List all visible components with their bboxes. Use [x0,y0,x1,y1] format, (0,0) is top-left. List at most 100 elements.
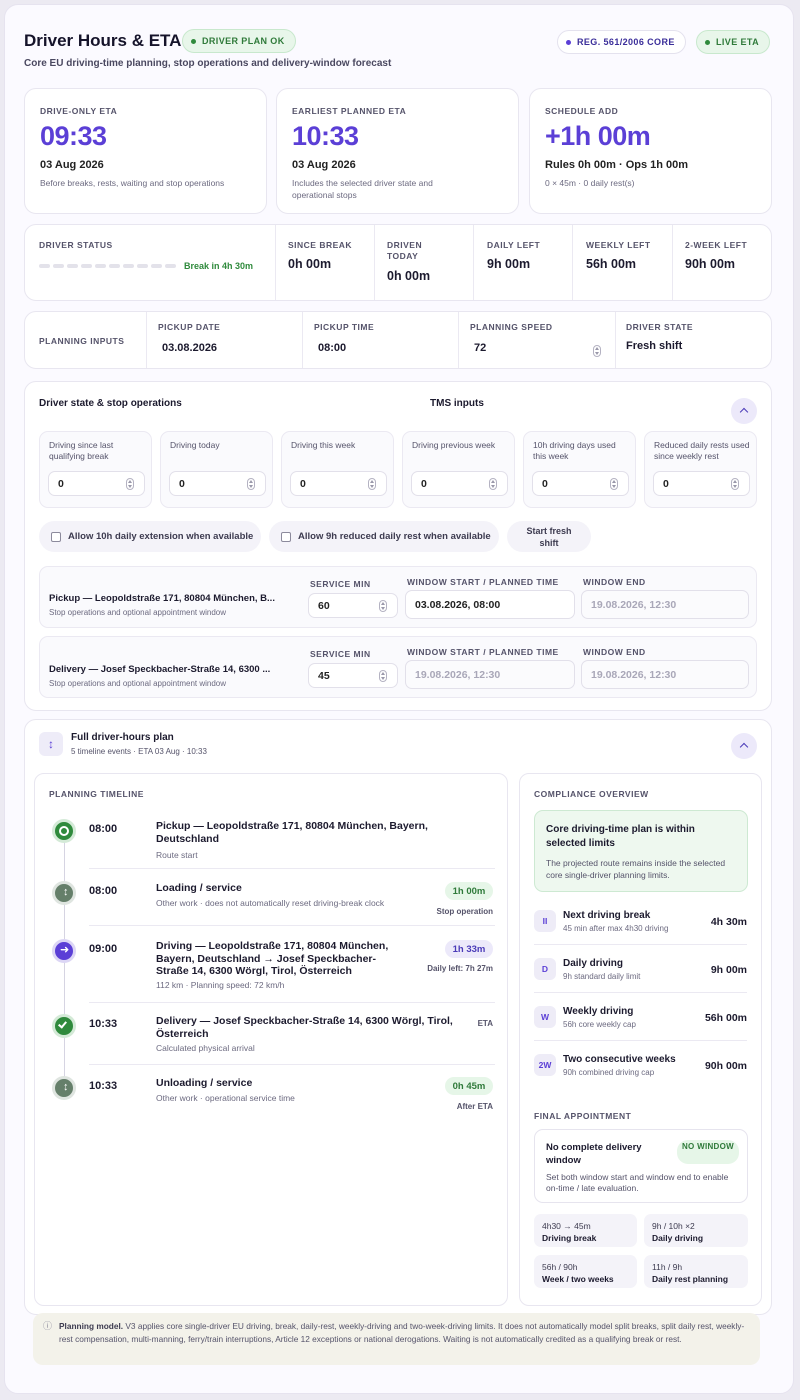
eta-card-drive-only: DRIVE-ONLY ETA 09:33 03 Aug 2026 Before … [24,88,267,214]
live-eta-label: LIVE ETA [716,37,760,47]
eta-card-label: EARLIEST PLANNED ETA [292,106,407,116]
stop-sub: Stop operations and optional appointment… [49,679,227,688]
window-end-input[interactable]: 19.08.2026, 12:30 [581,660,749,689]
metric-value: 0h 00m [288,257,332,271]
collapse-chevron-icon[interactable] [731,398,757,424]
route-start-icon [52,819,76,843]
pickup-time-label: PICKUP TIME [314,322,375,332]
service-min-input[interactable]: 45 [308,663,398,688]
checkbox-label: Allow 10h daily extension when available [68,531,254,542]
event-sub: Calculated physical arrival [156,1043,255,1053]
eta-card-label: DRIVE-ONLY ETA [40,106,118,116]
eta-card-value: +1h 00m [545,121,651,151]
event-tag: ETA [477,1019,493,1028]
event-time: 10:33 [89,1080,118,1092]
service-sort-icon: ↕ [52,881,76,905]
event-title: Unloading / service [156,1077,253,1089]
eta-card-note: Includes the selected driver state and o… [292,178,433,200]
eta-card-earliest-planned: EARLIEST PLANNED ETA 10:33 03 Aug 2026 I… [276,88,519,214]
window-end-input[interactable]: 19.08.2026, 12:30 [581,590,749,619]
driver-field: Driving previous week 0 [402,431,515,508]
arrow-right-icon: ➜ [52,939,76,963]
start-fresh-shift-button[interactable]: Start fresh shift [507,521,591,552]
field-input[interactable]: 0 [290,471,387,496]
eta-card-date: 03 Aug 2026 [292,159,356,171]
eta-card-date: 03 Aug 2026 [40,159,104,171]
field-input[interactable]: 0 [532,471,629,496]
event-time: 10:33 [89,1018,118,1030]
two-week-icon: 2W [534,1054,556,1076]
event-title: Loading / service [156,882,242,894]
event-sub: Route start [156,850,198,860]
field-input[interactable]: 0 [653,471,750,496]
check-icon [52,1014,76,1038]
compliance-ok-box: Core driving-time plan is within selecte… [534,810,748,892]
break-countdown: Break in 4h 30m [184,261,254,271]
event-tag: Stop operation [436,907,493,916]
regulation-dot-icon [566,39,571,45]
speed-stepper-icon[interactable] [593,345,601,357]
pickup-date-input[interactable]: 03.08.2026 [162,342,217,354]
driver-hours-panel: Driver Hours & ETA DRIVER PLAN OK Core E… [4,4,794,1394]
checkbox-label: Allow 9h reduced daily rest when availab… [298,531,491,542]
duration-badge: 1h 00m [445,882,493,900]
metric-label: DAILY LEFT [487,240,541,250]
eta-card-value: 10:33 [292,121,359,151]
window-start-label: WINDOW START / PLANNED TIME [407,577,559,587]
service-min-label: SERVICE MIN [310,649,371,659]
checkbox-icon[interactable] [51,531,61,542]
row-sub: 45 min after max 4h30 driving [563,924,669,933]
note-bold: Planning model. [59,1321,124,1331]
rule-chip: 56h / 90h Week / two weeks [534,1255,637,1288]
event-title: Delivery — Josef Speckbacher-Straße 14, … [156,1015,453,1040]
break-icon: II [534,910,556,932]
field-input[interactable]: 0 [169,471,266,496]
pickup-date-label: PICKUP DATE [158,322,221,332]
plan-title: Full driver-hours plan [71,732,174,743]
planning-speed-input[interactable]: 72 [474,342,486,354]
timeline-label: PLANNING TIMELINE [49,789,144,799]
service-min-label: SERVICE MIN [310,579,371,589]
regulation-badge-label: REG. 561/2006 CORE [577,37,675,47]
metric-label: DRIVEN TODAY [387,240,423,261]
event-title: Pickup — Leopoldstraße 171, 80804 Münche… [156,820,428,845]
event-tag: After ETA [456,1102,493,1111]
field-input[interactable]: 0 [48,471,145,496]
page-subtitle: Core EU driving-time planning, stop oper… [24,58,392,69]
field-label: Reduced daily rests used since weekly re… [654,440,750,461]
service-sort-icon: ↕ [52,1076,76,1100]
duration-badge: 1h 33m [445,940,493,958]
final-title: No complete delivery window [546,1142,642,1166]
driver-state-select[interactable]: Fresh shift [626,340,682,352]
row-title: Next driving break [563,910,651,921]
metric-value: 0h 00m [387,269,431,283]
window-start-input[interactable]: 03.08.2026, 08:00 [405,590,575,619]
note-text: V3 applies core single-driver EU driving… [59,1321,745,1344]
final-appointment-label: FINAL APPOINTMENT [534,1111,632,1121]
extension-checkbox-row[interactable]: Allow 10h daily extension when available [39,521,261,552]
window-end-label: WINDOW END [583,647,646,657]
checkbox-icon[interactable] [281,531,291,542]
event-sub: Other work · does not automatically rese… [156,898,385,908]
field-input[interactable]: 0 [411,471,508,496]
driver-field: Driving since last qualifying break 0 [39,431,152,508]
collapse-chevron-icon[interactable] [731,733,757,759]
stop-name: Delivery — Josef Speckbacher-Straße 14, … [49,664,271,675]
service-min-input[interactable]: 60 [308,593,398,618]
driver-state-label: DRIVER STATE [626,322,694,332]
planning-inputs-row: PLANNING INPUTS PICKUP DATE 03.08.2026 P… [24,311,772,369]
eta-card-schedule-add: SCHEDULE ADD +1h 00m Rules 0h 00m · Ops … [529,88,772,214]
metric-label: WEEKLY LEFT [586,240,651,250]
window-start-input[interactable]: 19.08.2026, 12:30 [405,660,575,689]
field-label: Driving this week [291,440,356,450]
plan-sort-icon: ↕ [39,732,63,756]
event-tag: Daily left: 7h 27m [427,964,493,973]
field-label: Driving previous week [412,440,496,450]
field-label: Driving since last qualifying break [49,440,114,461]
pickup-time-input[interactable]: 08:00 [318,342,346,354]
live-dot-icon [705,39,710,45]
reduced-rest-checkbox-row[interactable]: Allow 9h reduced daily rest when availab… [269,521,499,552]
regulation-badge: REG. 561/2006 CORE [557,30,686,54]
compliance-card: COMPLIANCE OVERVIEW Core driving-time pl… [519,773,762,1306]
eta-card-note: Before breaks, rests, waiting and stop o… [40,178,225,188]
